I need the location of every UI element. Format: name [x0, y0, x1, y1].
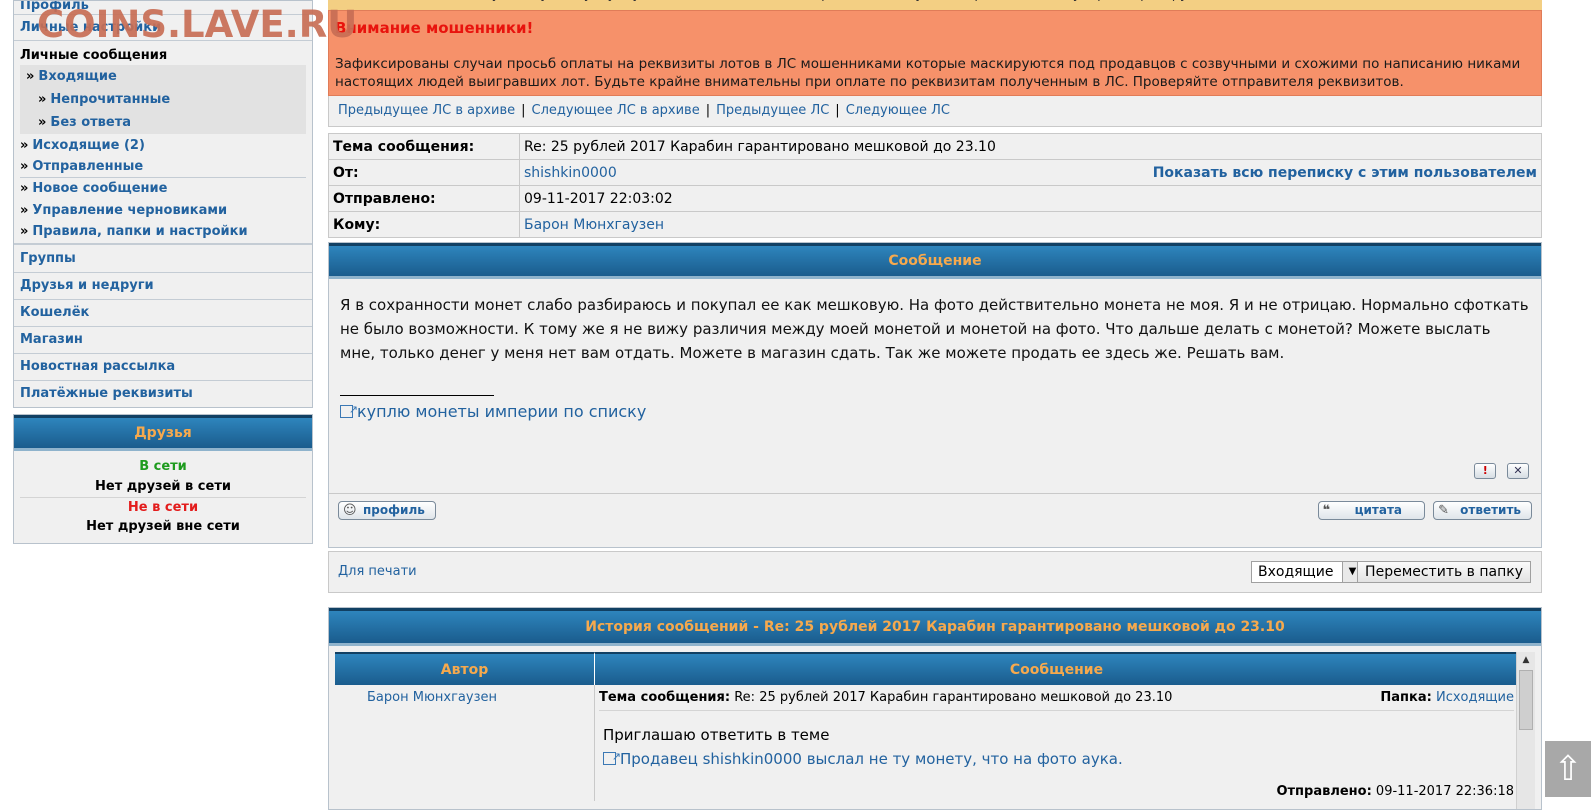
subject-label: Тема сообщения:: [328, 133, 520, 160]
from-row: От: shishkin0000 Показать всю переписку с…: [328, 159, 1542, 186]
sent-value: 09-11-2017 22:03:02: [519, 185, 1542, 212]
scroll-thumb[interactable]: [1519, 670, 1533, 730]
menu-friends-foes[interactable]: Друзья и недруги: [14, 273, 312, 300]
subject-row: Тема сообщения: Re: 25 рублей 2017 Караб…: [328, 133, 1542, 160]
menu-personal-settings[interactable]: Личные настройки: [14, 15, 312, 41]
menu-groups[interactable]: Группы: [14, 245, 312, 273]
menu-unread[interactable]: » Непрочитанные: [20, 88, 306, 111]
history-title: История сообщений - Re: 25 рублей 2017 К…: [329, 608, 1541, 646]
friends-title: Друзья: [14, 415, 312, 451]
usercp-menu: Профиль Личные настройки Личные сообщени…: [13, 0, 313, 408]
recipient-link[interactable]: Барон Мюнхгаузен: [524, 217, 664, 233]
prev-pm-link[interactable]: Предыдущее ЛС: [716, 103, 829, 118]
inbox-group: » Входящие » Непрочитанные » Без ответа: [20, 65, 306, 134]
move-to-folder-button[interactable]: Переместить в папку: [1357, 561, 1531, 583]
menu-sent[interactable]: » Отправленные: [14, 157, 312, 177]
next-archive-link[interactable]: Следующее ЛС в архиве: [532, 103, 700, 118]
history-table: Автор Сообщение Барон Мюнхгаузен Тема со…: [335, 652, 1518, 801]
quote-button[interactable]: ❝ цитата: [1317, 501, 1426, 520]
sent-label: Отправлено:: [328, 185, 520, 212]
reply-icon: ✎: [1438, 503, 1450, 518]
friends-online-label: В сети: [139, 459, 187, 474]
external-link-icon: [603, 745, 621, 769]
menu-payment-details[interactable]: Платёжные реквизиты: [14, 381, 312, 407]
history-sent-value: 09-11-2017 22:36:18: [1375, 784, 1514, 799]
history-folder-label: Папка:: [1380, 690, 1432, 705]
history-body-text: Приглашаю ответить в теме: [603, 726, 830, 744]
message-history-panel: История сообщений - Re: 25 рублей 2017 К…: [328, 607, 1542, 810]
sent-row: Отправлено: 09-11-2017 22:03:02: [328, 185, 1542, 212]
history-topic-link[interactable]: Продавец shishkin0000 выслал не ту монет…: [620, 750, 1123, 768]
print-move-bar: Для печати Входящие ▼ Переместить в папку: [328, 551, 1542, 593]
report-icon[interactable]: !: [1474, 463, 1497, 479]
signature-link[interactable]: куплю монеты империи по списку: [357, 402, 646, 421]
history-col-message: Сообщение: [595, 652, 1518, 685]
menu-new-message[interactable]: » Новое сообщение: [14, 178, 312, 200]
warning-title: Внимание мошенники!: [335, 19, 534, 37]
message-panel: Сообщение Я в сохранности монет слабо ра…: [328, 242, 1542, 548]
subject-value: Re: 25 рублей 2017 Карабин гарантировано…: [519, 133, 1542, 160]
to-row: Кому: Барон Мюнхгаузен: [328, 211, 1542, 238]
fraud-warning: Внимание мошенники! Зафиксированы случаи…: [328, 10, 1542, 96]
menu-newsletter[interactable]: Новостная рассылка: [14, 354, 312, 381]
sender-link[interactable]: shishkin0000: [524, 165, 617, 181]
friends-online-empty: Нет друзей в сети: [95, 479, 231, 494]
message-footer: ☺ профиль ❝ цитата ✎ ответить: [329, 493, 1541, 539]
left-sidebar: Профиль Личные настройки Личные сообщени…: [13, 0, 313, 544]
quote-icon: ❝: [1322, 503, 1331, 518]
friends-offline-empty: Нет друзей вне сети: [86, 519, 240, 534]
external-link-icon: [340, 398, 358, 422]
history-scrollbar[interactable]: ▲: [1516, 652, 1535, 809]
reply-button[interactable]: ✎ ответить: [1433, 501, 1532, 520]
user-icon: ☺: [343, 503, 357, 518]
delete-icon[interactable]: ✕: [1507, 463, 1529, 479]
signature-divider: [340, 395, 494, 396]
notice-strip: именем, не соответствующему аккаунту. Бу…: [328, 0, 1542, 10]
scroll-up-icon[interactable]: ▲: [1517, 652, 1535, 668]
prev-archive-link[interactable]: Предыдущее ЛС в архиве: [338, 103, 515, 118]
to-label: Кому:: [328, 211, 520, 238]
history-subject-label: Тема сообщения:: [599, 690, 731, 705]
print-link[interactable]: Для печати: [338, 564, 417, 579]
menu-inbox[interactable]: » Входящие: [20, 65, 306, 88]
history-col-author: Автор: [335, 652, 595, 685]
menu-drafts[interactable]: » Управление черновиками: [14, 200, 312, 221]
menu-unanswered[interactable]: » Без ответа: [20, 111, 306, 134]
history-subject: Re: 25 рублей 2017 Карабин гарантировано…: [734, 690, 1173, 705]
message-header-table: Тема сообщения: Re: 25 рублей 2017 Караб…: [328, 133, 1542, 238]
friends-panel: Друзья В сети Нет друзей в сети Не в сет…: [13, 414, 313, 544]
menu-rules[interactable]: » Правила, папки и настройки: [14, 221, 312, 245]
message-body: Я в сохранности монет слабо разбираюсь и…: [329, 279, 1541, 493]
from-label: От:: [328, 159, 520, 186]
folder-select[interactable]: Входящие ▼: [1251, 561, 1363, 583]
warning-text: Зафиксированы случаи просьб оплаты на ре…: [335, 56, 1521, 90]
message-title: Сообщение: [329, 243, 1541, 279]
menu-pm-heading: Личные сообщения: [20, 48, 168, 63]
scroll-to-top-icon[interactable]: ⇧: [1545, 741, 1591, 797]
pm-navigation: Предыдущее ЛС в архиве | Следующее ЛС в ар…: [328, 96, 1542, 127]
history-author-link[interactable]: Барон Мюнхгаузен: [367, 690, 497, 705]
next-pm-link[interactable]: Следующее ЛС: [846, 103, 950, 118]
history-row: Барон Мюнхгаузен Тема сообщения: Re: 25 …: [335, 685, 1518, 801]
menu-shop[interactable]: Магазин: [14, 327, 312, 354]
menu-outbox[interactable]: » Исходящие (2): [14, 134, 312, 157]
history-folder-link[interactable]: Исходящие: [1436, 690, 1514, 705]
menu-profile[interactable]: Профиль: [14, 1, 312, 15]
message-text: Я в сохранности монет слабо разбираюсь и…: [340, 296, 1529, 362]
menu-wallet[interactable]: Кошелёк: [14, 300, 312, 327]
profile-button[interactable]: ☺ профиль: [338, 501, 436, 520]
show-all-conversation-link[interactable]: Показать всю переписку с этим пользовате…: [1153, 165, 1537, 181]
friends-offline-label: Не в сети: [20, 497, 306, 517]
history-sent-label: Отправлено:: [1276, 784, 1372, 799]
